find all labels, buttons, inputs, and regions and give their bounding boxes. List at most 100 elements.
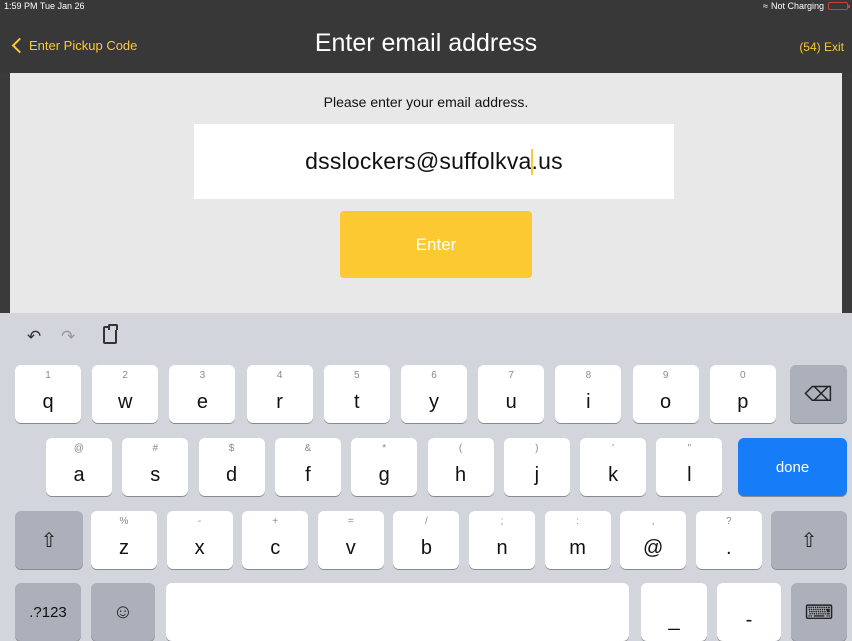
space-key[interactable] xyxy=(166,583,629,641)
numbers-key-label: .?123 xyxy=(29,603,67,621)
key-char: _ xyxy=(668,609,680,631)
key-hint: - xyxy=(197,516,202,527)
exit-button[interactable]: (54) Exit xyxy=(799,40,844,54)
key-z[interactable]: % z xyxy=(91,511,157,569)
enter-button[interactable]: Enter xyxy=(340,211,532,278)
key-.[interactable]: ?. xyxy=(695,511,762,569)
key-char: v xyxy=(345,537,356,559)
key-q[interactable]: 1q xyxy=(15,365,81,423)
redo-icon[interactable]: ↷ xyxy=(61,327,75,347)
battery-icon xyxy=(828,2,850,10)
status-time: 1:59 PM Tue Jan 26 xyxy=(4,1,85,11)
key-a[interactable]: @ a xyxy=(46,438,112,496)
key-char: l xyxy=(687,464,692,486)
key-hint: 6 xyxy=(431,370,437,381)
key-hint: 4 xyxy=(276,370,283,381)
key-k[interactable]: ' k xyxy=(580,438,647,496)
dash-key[interactable]: - xyxy=(717,583,781,641)
key-u[interactable]: 7u xyxy=(478,365,545,423)
key-char: c xyxy=(270,537,281,559)
key-x[interactable]: -x xyxy=(166,511,233,569)
key-r[interactable]: 4r xyxy=(246,365,313,423)
keyboard-toolbar: ↶ ↷ xyxy=(0,313,852,357)
key-char: p xyxy=(737,391,749,413)
key-hint: ; xyxy=(500,516,504,527)
key-j[interactable]: ) j xyxy=(503,438,570,496)
key-hint: ( xyxy=(458,443,463,454)
key-b[interactable]: / b xyxy=(393,511,460,569)
key-char: o xyxy=(660,391,672,413)
key-char: k xyxy=(608,464,619,486)
key-e[interactable]: 3e xyxy=(169,365,236,423)
key-char: f xyxy=(305,464,311,486)
key-char: @ xyxy=(643,537,664,559)
key-w[interactable]: 2w xyxy=(92,365,159,423)
shift-icon: ⇧ xyxy=(40,529,58,552)
key-hint: & xyxy=(304,443,312,454)
key-i[interactable]: 8i xyxy=(555,365,622,423)
key-hint: 5 xyxy=(354,370,360,381)
key-o[interactable]: 9o xyxy=(632,365,699,423)
key-char: x xyxy=(194,537,205,559)
key-y[interactable]: 6y xyxy=(401,365,467,423)
key-char: d xyxy=(226,464,238,486)
done-key-label: done xyxy=(775,458,810,476)
key-char: z xyxy=(119,537,129,559)
key-char: b xyxy=(420,537,432,559)
undo-icon[interactable]: ↶ xyxy=(27,327,41,347)
key-hint: 9 xyxy=(662,370,669,381)
key-char: u xyxy=(505,391,517,413)
shift-key-left[interactable]: ⇧ xyxy=(15,511,83,569)
status-right: ≈ Not Charging xyxy=(763,1,850,11)
key-hint: = xyxy=(347,516,354,527)
key-p[interactable]: 0p xyxy=(709,365,776,423)
done-key[interactable]: done xyxy=(738,438,847,496)
numbers-key[interactable]: .?123 xyxy=(15,583,81,641)
shift-icon: ⇧ xyxy=(800,529,818,552)
key-@[interactable]: , @ xyxy=(620,511,687,569)
paste-icon[interactable] xyxy=(103,324,118,344)
key-hint: , xyxy=(651,516,655,527)
key-char: q xyxy=(42,391,54,413)
email-form-card: Please enter your email address. dsslock… xyxy=(10,73,842,313)
key-l[interactable]: " l xyxy=(656,438,723,496)
key-hint: 7 xyxy=(508,370,514,381)
key-t[interactable]: 5t xyxy=(323,365,390,423)
underscore-key[interactable]: _ xyxy=(641,583,707,641)
key-v[interactable]: = v xyxy=(317,511,384,569)
delete-icon: ⌫ xyxy=(804,383,833,406)
key-char: h xyxy=(454,464,467,486)
key-hint: ) xyxy=(535,443,539,454)
key-char: y xyxy=(429,391,439,413)
shift-key-right[interactable]: ⇧ xyxy=(771,511,847,569)
email-text-before-caret: dsslockers@suffolkva xyxy=(305,147,532,174)
key-n[interactable]: ; n xyxy=(469,511,535,569)
key-char: m xyxy=(569,537,586,559)
key-f[interactable]: & f xyxy=(274,438,341,496)
delete-key[interactable]: ⌫ xyxy=(790,365,847,423)
key-m[interactable]: :m xyxy=(544,511,611,569)
key-hint: / xyxy=(425,516,428,527)
key-hint: % xyxy=(119,516,129,527)
email-value: dsslockers@suffolkva.us xyxy=(305,148,563,176)
key-hint: " xyxy=(687,443,692,454)
email-input[interactable]: dsslockers@suffolkva.us xyxy=(194,124,674,199)
key-char: . xyxy=(726,537,732,559)
emoji-key[interactable]: ☺ xyxy=(91,583,155,641)
key-char: n xyxy=(496,537,508,559)
key-hint: : xyxy=(576,516,579,527)
email-prompt: Please enter your email address. xyxy=(323,94,529,110)
key-char: s xyxy=(150,464,161,486)
keyboard-dismiss-key[interactable]: ⌨ xyxy=(791,583,847,641)
key-char: g xyxy=(378,464,390,486)
key-h[interactable]: (h xyxy=(427,438,494,496)
key-g[interactable]: * g xyxy=(351,438,418,496)
key-hint: ? xyxy=(726,516,732,527)
key-hint: # xyxy=(152,443,159,454)
key-s[interactable]: # s xyxy=(122,438,189,496)
key-char: r xyxy=(276,391,283,413)
key-char: e xyxy=(196,391,208,413)
charging-status: Not Charging xyxy=(770,1,824,11)
key-c[interactable]: + c xyxy=(242,511,309,569)
key-d[interactable]: $ d xyxy=(198,438,265,496)
